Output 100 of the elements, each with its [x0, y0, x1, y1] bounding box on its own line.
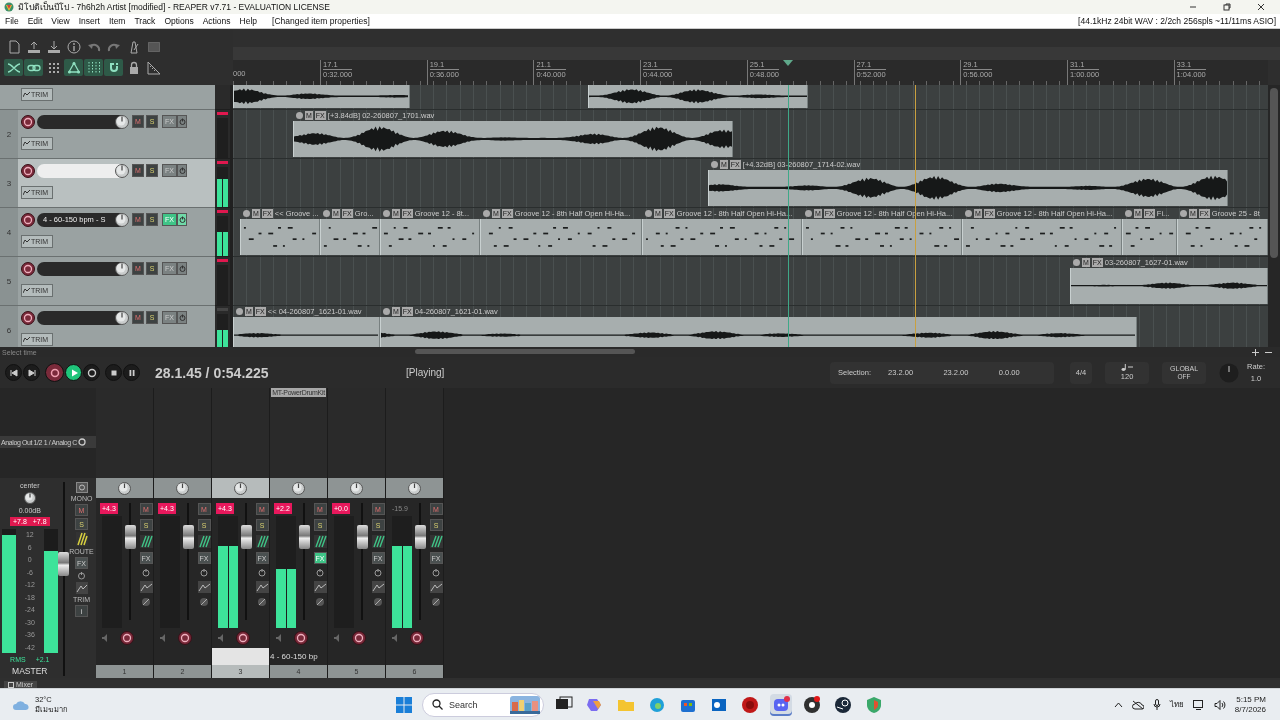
route-icon[interactable] — [255, 535, 269, 548]
fader-handle[interactable] — [182, 525, 194, 549]
fader-handle[interactable] — [298, 525, 310, 549]
chevron-up-icon[interactable] — [1113, 701, 1123, 708]
phase-icon[interactable] — [141, 597, 151, 607]
audio-item[interactable] — [1070, 268, 1268, 304]
transport-button[interactable] — [123, 364, 140, 381]
power-icon[interactable] — [315, 568, 325, 577]
menu-item[interactable]: View — [51, 16, 70, 26]
knob[interactable] — [234, 481, 247, 495]
fx-bypass-button[interactable] — [177, 311, 187, 324]
menu-item[interactable]: Options — [164, 16, 194, 26]
midi-item[interactable] — [480, 219, 642, 255]
audio-item[interactable] — [233, 317, 380, 347]
horizontal-scrollbar[interactable] — [415, 349, 635, 354]
taskbar-app[interactable] — [801, 693, 823, 716]
menu-item[interactable]: Insert — [78, 16, 100, 26]
fx-bypass-button[interactable] — [177, 262, 187, 275]
midi-item[interactable] — [802, 219, 962, 255]
speaker-icon[interactable] — [1213, 699, 1226, 710]
record-arm-button[interactable] — [236, 631, 250, 645]
restore-icon[interactable] — [1222, 2, 1232, 12]
toolbar-button[interactable] — [144, 59, 163, 76]
phase-icon[interactable] — [199, 597, 209, 607]
midi-item[interactable] — [1122, 219, 1177, 255]
power-icon[interactable] — [199, 568, 209, 577]
toolbar-button[interactable] — [64, 59, 83, 76]
midi-item[interactable] — [240, 219, 320, 255]
power-icon[interactable] — [141, 568, 151, 577]
knob[interactable] — [23, 492, 36, 504]
knob[interactable] — [176, 481, 189, 495]
menu-item[interactable]: Help — [239, 16, 258, 26]
record-arm-button[interactable] — [21, 212, 35, 227]
input-language[interactable]: ไทย — [1169, 698, 1184, 711]
route-icon[interactable] — [371, 535, 385, 548]
phase-icon[interactable] — [257, 597, 267, 607]
mono-icon[interactable] — [75, 482, 88, 493]
network-icon[interactable] — [1192, 699, 1205, 710]
route-icon[interactable] — [313, 535, 327, 548]
fader-handle[interactable] — [57, 552, 69, 576]
close-icon[interactable] — [1256, 2, 1266, 12]
phase-icon[interactable] — [315, 597, 325, 607]
power-icon[interactable] — [373, 568, 383, 577]
record-arm-button[interactable] — [21, 163, 35, 178]
toolbar-button[interactable] — [64, 38, 83, 55]
midi-item[interactable] — [642, 219, 802, 255]
power-icon[interactable] — [257, 568, 267, 577]
route-icon[interactable] — [429, 535, 443, 548]
transport-button[interactable] — [5, 364, 22, 381]
vertical-scrollbar[interactable] — [1268, 85, 1280, 347]
fader-handle[interactable] — [356, 525, 368, 549]
menu-item[interactable]: Edit — [27, 16, 43, 26]
record-arm-button[interactable] — [178, 631, 192, 645]
midi-item[interactable] — [320, 219, 380, 255]
fx-bypass-button[interactable] — [177, 213, 187, 226]
record-arm-button[interactable] — [294, 631, 308, 645]
fader-handle[interactable] — [414, 525, 426, 549]
route-icon[interactable] — [139, 535, 153, 548]
power-icon[interactable] — [77, 571, 87, 580]
menu-item[interactable]: Item — [108, 16, 126, 26]
transport-button[interactable] — [105, 364, 122, 381]
record-arm-button[interactable] — [120, 631, 134, 645]
record-arm-button[interactable] — [21, 261, 35, 276]
transport-button[interactable] — [65, 364, 82, 381]
transport-button[interactable] — [45, 363, 64, 382]
phase-icon[interactable] — [431, 597, 441, 607]
fx-bypass-button[interactable] — [177, 115, 187, 128]
knob[interactable] — [408, 481, 421, 495]
transport-button[interactable] — [83, 364, 100, 381]
phase-icon[interactable] — [373, 597, 383, 607]
menu-item[interactable]: File — [5, 16, 19, 26]
fader-handle[interactable] — [124, 525, 136, 549]
record-arm-button[interactable] — [410, 631, 424, 645]
start-icon[interactable] — [395, 695, 413, 714]
envelope-icon[interactable] — [429, 581, 443, 593]
microphone-icon[interactable] — [1152, 699, 1161, 710]
midi-item[interactable] — [962, 219, 1122, 255]
envelope-icon[interactable] — [197, 581, 211, 593]
midi-item[interactable] — [1177, 219, 1268, 255]
audio-item[interactable] — [380, 317, 1137, 347]
clock[interactable]: 5:15 PM 8/7/2026 — [1234, 694, 1266, 715]
knob[interactable] — [292, 481, 305, 495]
rate-knob[interactable] — [1219, 362, 1240, 383]
midi-item[interactable] — [380, 219, 480, 255]
envelope-icon[interactable] — [313, 581, 327, 593]
record-arm-button[interactable] — [21, 310, 35, 325]
knob[interactable] — [350, 481, 363, 495]
power-icon[interactable] — [431, 568, 441, 577]
route-icon[interactable] — [197, 535, 211, 548]
fx-bypass-button[interactable] — [177, 164, 187, 177]
cloud-off-icon[interactable] — [1131, 699, 1144, 710]
record-arm-button[interactable] — [352, 631, 366, 645]
transport-button[interactable] — [23, 364, 40, 381]
route-icon[interactable] — [75, 532, 88, 546]
menu-item[interactable]: Track — [134, 16, 156, 26]
menu-item[interactable]: Actions — [202, 16, 231, 26]
envelope-icon[interactable] — [371, 581, 385, 593]
record-arm-button[interactable] — [21, 114, 35, 129]
knob[interactable] — [118, 481, 131, 495]
envelope-icon[interactable] — [139, 581, 153, 593]
